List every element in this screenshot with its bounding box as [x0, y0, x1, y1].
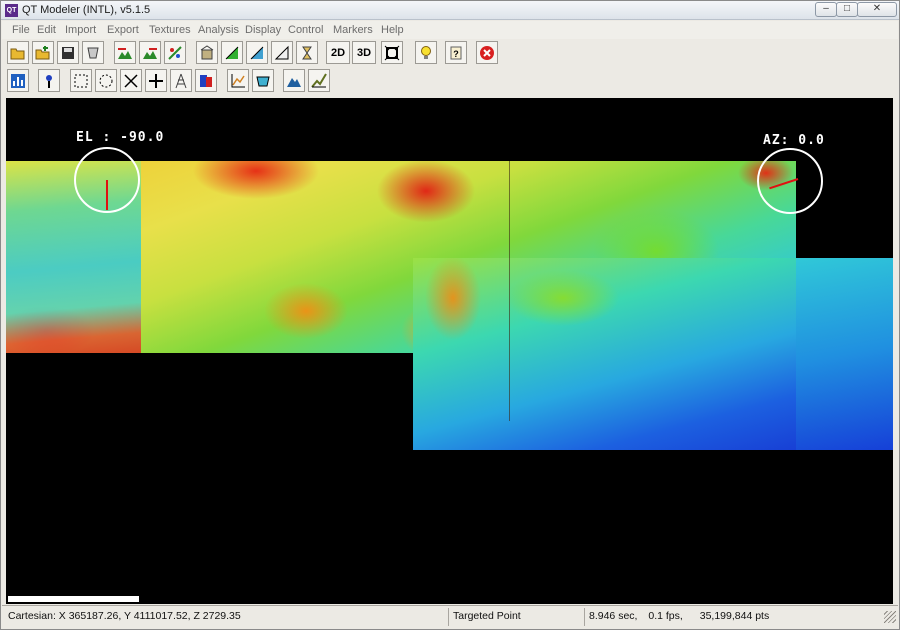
fit-view-icon [384, 45, 400, 60]
close-button[interactable]: ✕ [857, 2, 897, 17]
tower-button[interactable] [170, 69, 192, 92]
marker-pin-icon [46, 74, 52, 88]
menu-bar: File Edit Import Export Textures Analysi… [2, 21, 898, 39]
status-point-count: 35,199,844 pts [699, 610, 770, 622]
stop-button[interactable] [476, 41, 498, 64]
load-terrain-button[interactable] [114, 41, 136, 64]
rect-select-icon [74, 74, 88, 87]
minimize-button[interactable]: – [815, 2, 837, 17]
view-2d-button[interactable]: 2D [326, 41, 350, 64]
status-coordinates: Cartesian: X 365187.26, Y 4111017.52, Z … [8, 610, 241, 622]
hourglass-icon [302, 46, 312, 59]
menu-textures[interactable]: Textures [149, 24, 191, 36]
title-bar[interactable]: QT QT Modeler (INTL), v5.1.5 – □ ✕ [1, 1, 899, 20]
elevation-readout: EL : -90.0 [76, 130, 165, 145]
volume-icon [256, 76, 270, 86]
crosshair-button[interactable] [145, 69, 167, 92]
cut-button[interactable] [120, 69, 142, 92]
hourglass-button[interactable] [296, 41, 318, 64]
elevation-needle [106, 180, 108, 210]
profile-icon [231, 73, 245, 87]
gradient-button[interactable] [246, 41, 268, 64]
menu-import[interactable]: Import [65, 24, 96, 36]
open-append-icon [35, 45, 50, 59]
main-toolbar: 2D 3D ? [4, 40, 890, 67]
app-icon: QT [5, 4, 18, 17]
circle-select-button[interactable] [95, 69, 117, 92]
circle-select-icon [99, 74, 113, 87]
volume-button[interactable] [252, 69, 274, 92]
open-append-button[interactable] [32, 41, 54, 64]
mountain-button[interactable] [283, 69, 305, 92]
status-performance: 8.946 sec, 0.1 fps, 35,199,844 pts [584, 608, 880, 626]
marker-pin-button[interactable] [38, 69, 60, 92]
profile-button[interactable] [227, 69, 249, 92]
cut-icon [124, 73, 138, 88]
terrain-surface-east[interactable] [796, 258, 893, 450]
mountain-icon [287, 77, 301, 87]
menu-help[interactable]: Help [381, 24, 404, 36]
menu-export[interactable]: Export [107, 24, 139, 36]
menu-analysis[interactable]: Analysis [198, 24, 239, 36]
app-window: QT QT Modeler (INTL), v5.1.5 – □ ✕ File … [0, 0, 900, 630]
rect-select-button[interactable] [70, 69, 92, 92]
slope-icon [274, 45, 289, 59]
menu-display[interactable]: Display [245, 24, 281, 36]
scale-bar [8, 596, 139, 602]
open-folder-icon [10, 48, 25, 59]
help-button[interactable]: ? [445, 41, 467, 64]
building-button[interactable] [196, 41, 218, 64]
tower-icon [175, 73, 187, 88]
color-ramp-icon [225, 46, 239, 59]
load-terrain-icon [118, 47, 132, 59]
menu-markers[interactable]: Markers [333, 24, 373, 36]
status-fps: 0.1 fps, [648, 610, 683, 622]
maximize-button[interactable]: □ [836, 2, 858, 17]
merge-terrain-icon [143, 47, 157, 59]
view-3d-button[interactable]: 3D [352, 41, 376, 64]
color-swatch-button[interactable] [195, 69, 217, 92]
status-mode: Targeted Point [448, 608, 582, 626]
color-ramp-button[interactable] [221, 41, 243, 64]
open-folder-button[interactable] [7, 41, 29, 64]
secondary-toolbar [4, 68, 890, 95]
line-of-sight-icon [311, 72, 327, 88]
3d-viewport[interactable]: EL : -90.0 AZ: 0.0 [6, 98, 893, 604]
histogram-icon [11, 73, 25, 88]
building-icon [200, 44, 214, 59]
slope-button[interactable] [271, 41, 293, 64]
status-bar: Cartesian: X 365187.26, Y 4111017.52, Z … [2, 605, 898, 627]
fit-view-button[interactable] [381, 41, 403, 64]
help-icon: ? [450, 46, 462, 59]
resize-grip-icon[interactable] [884, 611, 896, 623]
merge-terrain-button[interactable] [139, 41, 161, 64]
transform-icon [168, 45, 182, 60]
lightbulb-icon [421, 45, 431, 59]
save-icon [62, 46, 74, 59]
export-model-icon [87, 47, 99, 58]
histogram-button[interactable] [7, 69, 29, 92]
color-swatch-icon [200, 74, 212, 87]
line-of-sight-button[interactable] [308, 69, 330, 92]
window-title: QT Modeler (INTL), v5.1.5 [22, 4, 151, 16]
menu-control[interactable]: Control [288, 24, 323, 36]
export-model-button[interactable] [82, 41, 104, 64]
svg-text:?: ? [453, 49, 459, 59]
crosshair-icon [149, 73, 163, 88]
gradient-icon [250, 46, 264, 59]
profile-line [509, 161, 510, 421]
status-timing: 8.946 sec, [589, 610, 638, 622]
menu-edit[interactable]: Edit [37, 24, 56, 36]
save-button[interactable] [57, 41, 79, 64]
azimuth-readout: AZ: 0.0 [763, 133, 825, 148]
stop-icon [480, 45, 494, 60]
transform-button[interactable] [164, 41, 186, 64]
menu-file[interactable]: File [12, 24, 30, 36]
lightbulb-button[interactable] [415, 41, 437, 64]
